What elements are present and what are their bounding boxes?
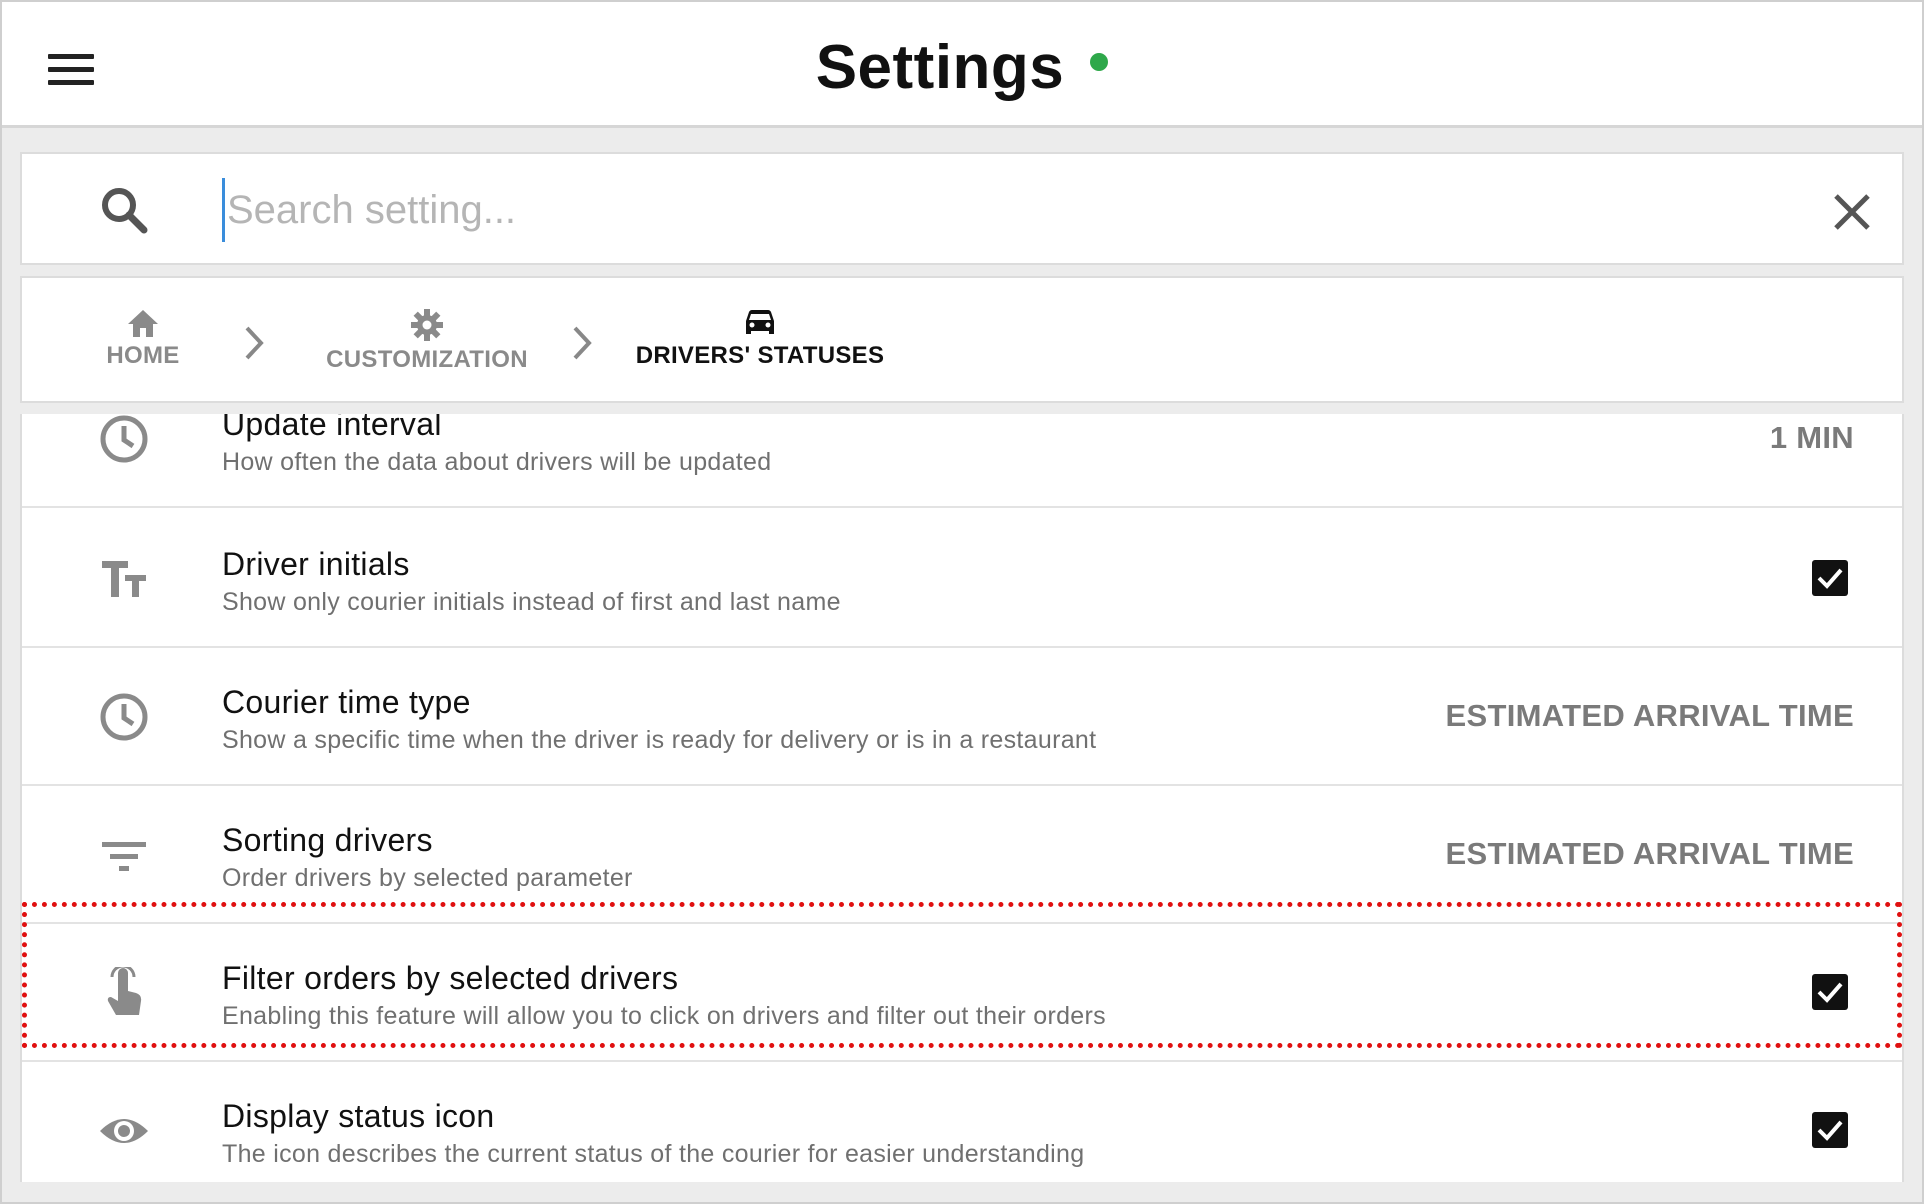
setting-checkbox[interactable] [1812,1112,1848,1148]
setting-checkbox[interactable] [1812,560,1848,596]
gear-icon [411,309,443,341]
app-header: Settings [2,2,1922,128]
home-icon [128,310,158,337]
setting-description: Order drivers by selected parameter [222,864,633,892]
breadcrumb: HOME CUSTOMIZATION DRIVERS' STATUSES [20,276,1904,403]
setting-checkbox[interactable] [1812,974,1848,1010]
setting-row-sorting-drivers[interactable]: Sorting drivers Order drivers by selecte… [22,786,1902,924]
eye-icon [100,1119,148,1143]
breadcrumb-customization[interactable]: CUSTOMIZATION [302,308,552,374]
setting-title: Courier time type [222,684,471,720]
clock-icon [100,693,148,741]
setting-description: Enabling this feature will allow you to … [222,1002,1106,1030]
search-icon [102,188,148,234]
setting-title: Driver initials [222,546,410,582]
car-icon [746,310,774,334]
sort-icon [102,842,146,871]
setting-title: Filter orders by selected drivers [222,960,679,996]
search-bar [20,152,1904,265]
checkmark-icon [1817,568,1843,589]
clock-icon [100,415,148,463]
chevron-right-icon [245,326,264,360]
breadcrumb-label: CUSTOMIZATION [326,346,528,373]
setting-value[interactable]: ESTIMATED ARRIVAL TIME [1446,698,1854,734]
page-title: Settings [815,33,1065,102]
breadcrumb-home[interactable]: HOME [84,308,202,370]
setting-title: Sorting drivers [222,822,433,858]
setting-description: The icon describes the current status of… [222,1140,1085,1168]
breadcrumb-drivers-statuses[interactable]: DRIVERS' STATUSES [630,308,890,370]
setting-description: How often the data about drivers will be… [222,448,772,476]
setting-title: Update interval [222,414,442,442]
breadcrumb-label: DRIVERS' STATUSES [635,342,885,369]
touch-icon [107,967,142,1015]
setting-value[interactable]: 1 MIN [1770,420,1854,456]
checkmark-icon [1817,1120,1843,1141]
setting-value[interactable]: ESTIMATED ARRIVAL TIME [1446,836,1854,872]
search-input[interactable] [222,178,1722,242]
setting-row-driver-initials[interactable]: Driver initials Show only courier initia… [22,510,1902,648]
breadcrumb-label: HOME [106,342,180,369]
settings-list: Update interval How often the data about… [20,414,1904,1182]
status-indicator-dot [1090,52,1109,71]
text-size-icon [102,561,146,597]
setting-description: Show a specific time when the driver is … [222,726,1097,754]
setting-row-filter-orders[interactable]: Filter orders by selected drivers Enabli… [22,924,1902,1062]
setting-row-display-status-icon[interactable]: Display status icon The icon describes t… [22,1062,1902,1182]
close-icon[interactable] [1830,190,1874,234]
chevron-right-icon [573,326,592,360]
setting-title: Display status icon [222,1098,495,1134]
setting-description: Show only courier initials instead of fi… [222,588,841,616]
setting-row-courier-time-type[interactable]: Courier time type Show a specific time w… [22,648,1902,786]
setting-row-update-interval[interactable]: Update interval How often the data about… [22,414,1902,508]
checkmark-icon [1817,982,1843,1003]
